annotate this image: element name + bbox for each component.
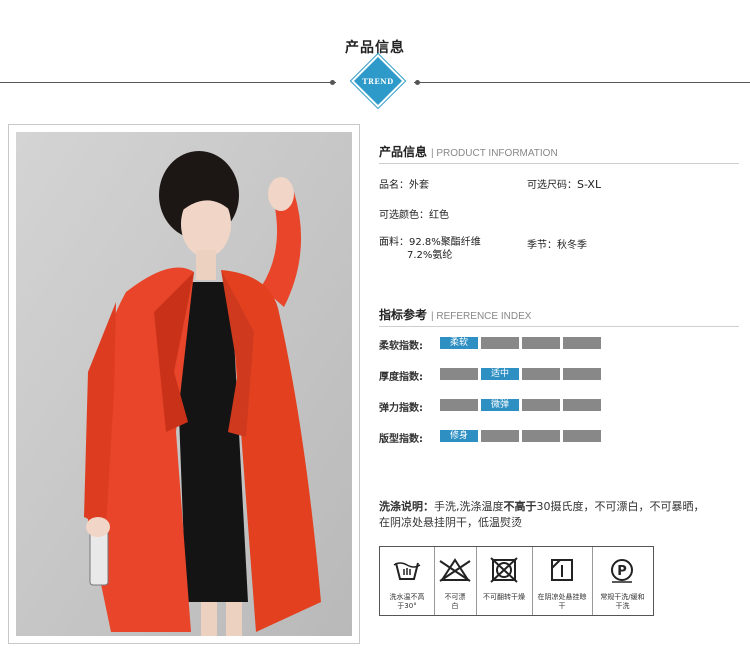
reference-index-active-bar: 修身 bbox=[440, 430, 478, 442]
sizes-label: 可选尺码： bbox=[527, 180, 577, 191]
wash-text-line-2: 在阴凉处悬挂阴干，低温熨烫 bbox=[379, 516, 522, 529]
fabric-value-2: 7.2%氨纶 bbox=[407, 250, 453, 261]
hand-wash-30-icon bbox=[393, 562, 421, 580]
reference-index-bar bbox=[563, 399, 601, 411]
wash-label: 洗涤说明： bbox=[379, 500, 434, 513]
season-value: 秋冬季 bbox=[557, 240, 587, 251]
product-name-row: 品名：外套 bbox=[379, 176, 429, 191]
line-dry-shade-icon bbox=[551, 559, 573, 581]
reference-index-row: 版型指数: 修身 bbox=[379, 430, 739, 445]
reference-index-divider bbox=[379, 326, 739, 327]
reference-index-label: 版型指数: bbox=[379, 434, 423, 445]
care-item-hand-wash: 洗水温不高 于30° bbox=[380, 547, 435, 615]
reference-index-label: 弹力指数: bbox=[379, 403, 423, 414]
product-name-label: 品名： bbox=[379, 180, 409, 191]
care-label-line: 干洗 bbox=[615, 602, 630, 610]
reference-index-label: 柔软指数: bbox=[379, 341, 423, 352]
reference-index-bar bbox=[563, 337, 601, 349]
care-item-line-dry: 在阴凉处悬挂晾干 bbox=[532, 547, 593, 615]
reference-index-title: 指标参考 bbox=[379, 308, 428, 322]
svg-text:P: P bbox=[617, 564, 627, 579]
reference-index-subtitle: | REFERENCE INDEX bbox=[431, 311, 532, 322]
fabric-row: 面料：92.8%聚酯纤维 7.2%氨纶 bbox=[379, 236, 481, 262]
product-info-heading: 产品信息 | PRODUCT INFORMATION bbox=[379, 143, 558, 160]
trend-badge-text: TREND bbox=[362, 77, 394, 86]
reference-index-bar bbox=[522, 399, 560, 411]
header-divider-left bbox=[0, 82, 336, 83]
care-label: 常规干洗/缓和 干洗 bbox=[592, 593, 653, 611]
sizes-row: 可选尺码：S-XL bbox=[527, 176, 601, 191]
reference-index-bar bbox=[522, 368, 560, 380]
season-label: 季节： bbox=[527, 240, 557, 251]
reference-index-list: 柔软指数: 柔软厚度指数: 适中弹力指数: 微弹版型指数: 修身 bbox=[379, 337, 739, 457]
reference-index-bar bbox=[522, 337, 560, 349]
care-label-line: 白 bbox=[451, 602, 459, 610]
product-info-title: 产品信息 bbox=[379, 145, 428, 159]
care-item-dry-clean: P 常规干洗/缓和 干洗 bbox=[592, 547, 653, 615]
care-label: 洗水温不高 于30° bbox=[380, 593, 434, 611]
reference-index-heading: 指标参考 | REFERENCE INDEX bbox=[379, 306, 531, 323]
product-photo bbox=[16, 132, 352, 636]
care-label-line: 干 bbox=[558, 602, 566, 610]
care-label-line: 洗水温不高 bbox=[389, 593, 425, 601]
color-label: 可选颜色： bbox=[379, 210, 429, 221]
care-label: 在阴凉处悬挂晾干 bbox=[532, 593, 592, 611]
divider-dot bbox=[330, 80, 335, 85]
color-value: 红色 bbox=[429, 210, 449, 221]
wash-instructions: 洗涤说明：手洗,洗涤温度不高于30摄氏度，不可漂白，不可暴晒， 在阴凉处悬挂阴干… bbox=[379, 499, 739, 531]
reference-index-active-bar: 适中 bbox=[481, 368, 519, 380]
wash-text-2: 30摄氏度，不可漂白，不可暴晒， bbox=[536, 500, 705, 513]
care-label-line: 于30° bbox=[397, 602, 417, 610]
reference-index-bar bbox=[481, 337, 519, 349]
reference-index-bar bbox=[563, 368, 601, 380]
no-bleach-icon bbox=[439, 558, 471, 582]
color-row: 可选颜色：红色 bbox=[379, 206, 449, 221]
reference-index-label: 厚度指数: bbox=[379, 372, 423, 383]
reference-index-row: 柔软指数: 柔软 bbox=[379, 337, 739, 352]
fabric-value-1: 92.8%聚酯纤维 bbox=[409, 237, 481, 248]
no-tumble-dry-icon bbox=[490, 557, 518, 583]
care-item-no-bleach: 不可漂白 bbox=[434, 547, 477, 615]
care-symbols-box: 洗水温不高 于30° 不可漂白 不可翻转干燥 在阴凉处悬挂晾干 P 常规干洗/缓和… bbox=[379, 546, 654, 616]
product-info-divider bbox=[379, 163, 739, 164]
reference-index-active-bar: 柔软 bbox=[440, 337, 478, 349]
season-row: 季节：秋冬季 bbox=[527, 236, 587, 251]
reference-index-active-bar: 微弹 bbox=[481, 399, 519, 411]
care-label-line: 在阴凉处悬挂晾 bbox=[537, 593, 587, 601]
reference-index-bar bbox=[522, 430, 560, 442]
care-label-line: 不可漂 bbox=[444, 593, 466, 601]
care-label: 不可翻转干燥 bbox=[476, 593, 532, 602]
header-divider-right bbox=[414, 82, 750, 83]
wash-text-1: 手洗,洗涤温度 bbox=[434, 500, 504, 513]
reference-index-row: 厚度指数: 适中 bbox=[379, 368, 739, 383]
reference-index-bar bbox=[440, 399, 478, 411]
dry-clean-p-icon: P bbox=[611, 559, 633, 583]
product-name-value: 外套 bbox=[409, 180, 429, 191]
product-info-subtitle: | PRODUCT INFORMATION bbox=[431, 148, 558, 159]
reference-index-row: 弹力指数: 微弹 bbox=[379, 399, 739, 414]
section-title: 产品信息 bbox=[345, 40, 405, 56]
care-item-no-tumble-dry: 不可翻转干燥 bbox=[476, 547, 533, 615]
reference-index-bar bbox=[481, 430, 519, 442]
care-label-line: 不可翻转干燥 bbox=[483, 593, 525, 601]
fabric-label: 面料： bbox=[379, 237, 409, 248]
reference-index-bar bbox=[440, 368, 478, 380]
care-label: 不可漂白 bbox=[434, 593, 476, 611]
sizes-value: S-XL bbox=[577, 178, 602, 191]
care-label-line: 常规干洗/缓和 bbox=[600, 593, 645, 601]
wash-text-bold: 不高于 bbox=[503, 500, 537, 513]
reference-index-bar bbox=[563, 430, 601, 442]
